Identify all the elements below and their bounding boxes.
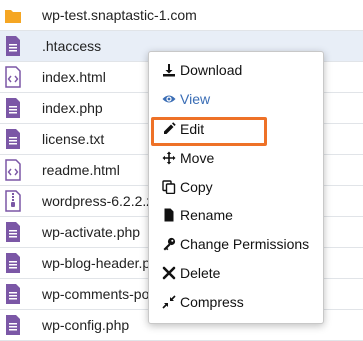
menu-label: Move: [180, 150, 215, 166]
text-file-icon: [6, 36, 20, 56]
download-icon: [163, 64, 175, 77]
menu-label: Change Permissions: [180, 236, 310, 252]
file-name: index.php: [42, 100, 103, 116]
file-name: wp-test.snaptastic-1.com: [42, 7, 197, 23]
menu-label: Compress: [180, 294, 244, 310]
archive-file-icon: [5, 190, 21, 212]
file-name: license.txt: [42, 131, 105, 147]
menu-item-delete[interactable]: Delete: [149, 260, 325, 286]
file-name: readme.html: [42, 162, 120, 178]
code-file-icon: [5, 159, 21, 181]
menu-label: Download: [180, 62, 243, 78]
context-menu: Download View Edit Move Copy Rename Chan…: [148, 51, 324, 324]
file-row-folder[interactable]: wp-test.snaptastic-1.com: [0, 0, 363, 31]
menu-item-rename[interactable]: Rename: [149, 202, 325, 228]
code-file-icon: [5, 66, 21, 88]
copy-icon: [162, 180, 176, 194]
text-file-icon: [6, 129, 20, 149]
menu-item-edit[interactable]: Edit: [149, 116, 325, 142]
file-name: .htaccess: [42, 38, 102, 54]
menu-label: View: [180, 91, 211, 107]
file-name: wp-activate.php: [42, 224, 141, 240]
menu-item-download[interactable]: Download: [149, 57, 325, 83]
text-file-icon: [6, 284, 20, 304]
move-arrows-icon: [162, 151, 176, 165]
menu-item-move[interactable]: Move: [149, 145, 325, 171]
file-name: index.html: [42, 69, 106, 85]
menu-item-copy[interactable]: Copy: [149, 174, 325, 200]
menu-item-view[interactable]: View: [149, 86, 325, 112]
text-file-icon: [6, 315, 20, 335]
menu-item-compress[interactable]: Compress: [149, 289, 325, 315]
text-file-icon: [6, 222, 20, 242]
file-name: wordpress-6.2.2.zip: [42, 193, 165, 209]
eye-icon: [162, 95, 176, 103]
folder-icon: [5, 10, 21, 23]
key-icon: [163, 237, 176, 251]
menu-label: Rename: [180, 207, 233, 223]
file-name: wp-config.php: [42, 317, 130, 333]
menu-item-change-permissions[interactable]: Change Permissions: [149, 231, 325, 257]
menu-label: Copy: [180, 179, 213, 195]
menu-label: Delete: [180, 265, 221, 281]
compress-icon: [162, 295, 176, 309]
text-file-icon: [6, 98, 20, 118]
close-icon: [162, 266, 176, 280]
file-icon: [164, 208, 174, 222]
menu-label: Edit: [180, 121, 205, 137]
text-file-icon: [6, 253, 20, 273]
pencil-icon: [164, 122, 176, 134]
